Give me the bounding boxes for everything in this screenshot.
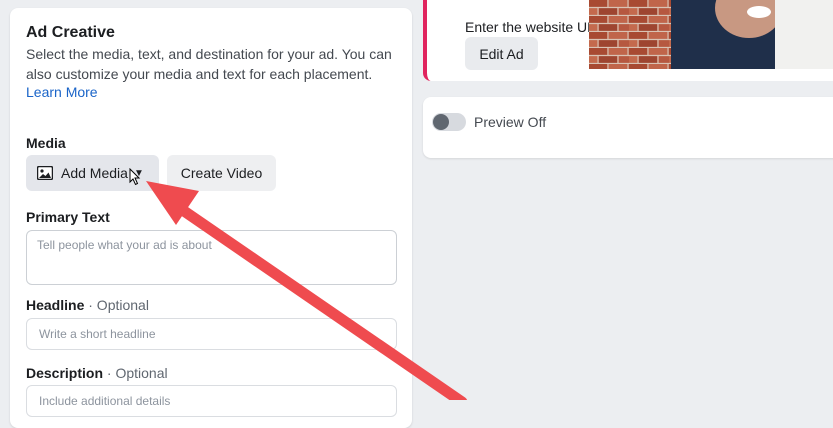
- edit-ad-button[interactable]: Edit Ad: [465, 37, 538, 70]
- description-label: Description · Optional: [26, 365, 168, 381]
- ad-creative-title: Ad Creative: [26, 24, 115, 41]
- headline-input[interactable]: Write a short headline: [26, 318, 397, 350]
- headline-placeholder: Write a short headline: [39, 327, 156, 341]
- description-label-text: Description: [26, 365, 104, 381]
- add-media-label: Add Media: [61, 165, 128, 181]
- toggle-knob: [433, 114, 449, 130]
- learn-more-link[interactable]: Learn More: [26, 84, 98, 100]
- add-media-button[interactable]: Add Media ▼: [26, 155, 159, 191]
- create-video-button[interactable]: Create Video: [167, 155, 276, 191]
- primary-text-field[interactable]: Tell people what your ad is about: [26, 230, 397, 285]
- media-label: Media: [26, 135, 66, 151]
- description-input[interactable]: Include additional details: [26, 385, 397, 417]
- ad-creative-description: Select the media, text, and destination …: [26, 46, 392, 82]
- preview-toggle[interactable]: [432, 113, 466, 131]
- caret-down-icon[interactable]: ▼: [134, 168, 144, 179]
- preview-label: Preview Off: [474, 114, 547, 130]
- preview-card: Preview Off: [423, 97, 833, 158]
- website-url-text: Enter the website URL: [465, 19, 606, 35]
- primary-text-label: Primary Text: [26, 209, 110, 225]
- ad-creative-card: Ad Creative Select the media, text, and …: [10, 8, 412, 428]
- description-optional: · Optional: [106, 365, 168, 381]
- headline-optional: · Optional: [88, 297, 149, 313]
- primary-text-placeholder: Tell people what your ad is about: [37, 238, 212, 252]
- headline-label-text: Headline: [26, 297, 85, 313]
- webcam-overlay: [589, 0, 833, 69]
- headline-label: Headline · Optional: [26, 297, 149, 313]
- image-icon: [36, 165, 54, 181]
- description-placeholder: Include additional details: [39, 394, 171, 408]
